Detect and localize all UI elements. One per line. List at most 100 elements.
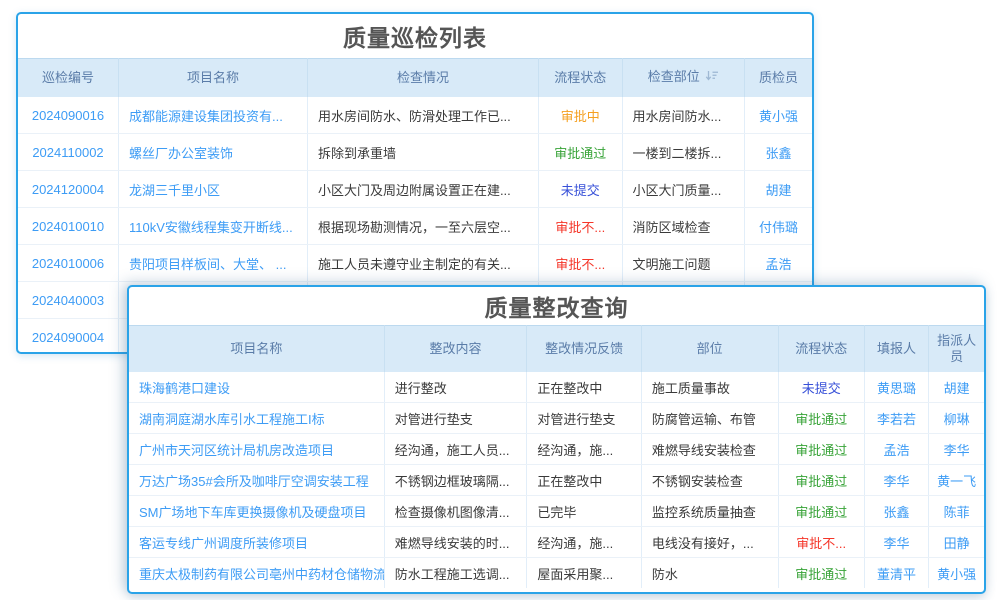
- cell-id[interactable]: 2024010010: [18, 208, 119, 245]
- cell-id[interactable]: 2024040003: [18, 282, 119, 319]
- rectification-query-title: 质量整改查询: [129, 287, 984, 325]
- cell-feedback: 对管进行垫支: [527, 403, 642, 434]
- column-label: 项目名称: [187, 70, 239, 85]
- t2-col-header-6: 填报人: [864, 326, 928, 373]
- rectification-table-body: 珠海鹤港口建设进行整改正在整改中施工质量事故未提交黄思璐胡建湖南洞庭湖水库引水工…: [129, 372, 984, 588]
- rectification-query-card: 质量整改查询 项目名称 整改内容 整改情况反馈 部位流程状态填报人 指派人员 珠海鹤港口…: [127, 285, 986, 594]
- cell-project[interactable]: 贵阳项目样板间、大堂、 ...: [119, 245, 308, 282]
- cell-inspector[interactable]: 胡建: [745, 171, 812, 208]
- cell-content: 经沟通，施工人员...: [384, 434, 527, 465]
- cell-situation: 施工人员未遵守业主制定的有关...: [307, 245, 538, 282]
- cell-status: 审批通过: [778, 434, 864, 465]
- cell-project[interactable]: 珠海鹤港口建设: [129, 372, 384, 403]
- cell-status: 审批不...: [539, 245, 622, 282]
- t2-col-header-4: 部位: [641, 326, 778, 373]
- cell-assignee[interactable]: 陈菲: [929, 496, 984, 527]
- cell-inspector[interactable]: 张鑫: [745, 134, 812, 171]
- t2-col-header-2: 整改内容: [384, 326, 527, 373]
- cell-project[interactable]: 龙湖三千里小区: [119, 171, 308, 208]
- cell-feedback: 已完毕: [527, 496, 642, 527]
- cell-location: 文明施工问题: [622, 245, 745, 282]
- cell-status: 审批不...: [539, 208, 622, 245]
- rectification-table-header-row: 项目名称 整改内容 整改情况反馈 部位流程状态填报人 指派人员: [129, 326, 984, 373]
- column-label: 流程状态: [554, 70, 606, 85]
- column-label: 检查部位: [648, 69, 700, 84]
- table-row: 广州市天河区统计局机房改造项目经沟通，施工人员...经沟通，施...难燃导线安装…: [129, 434, 984, 465]
- inspection-list-title: 质量巡检列表: [18, 14, 812, 58]
- table-row: 珠海鹤港口建设进行整改正在整改中施工质量事故未提交黄思璐胡建: [129, 372, 984, 403]
- cell-feedback: 屋面采用聚...: [527, 558, 642, 589]
- cell-part: 不锈钢安装检查: [641, 465, 778, 496]
- cell-reporter[interactable]: 张鑫: [864, 496, 928, 527]
- column-label: 整改情况反馈: [545, 341, 623, 356]
- cell-project[interactable]: 万达广场35#会所及咖啡厅空调安装工程: [129, 465, 384, 496]
- column-label: 指派人员: [937, 333, 976, 364]
- cell-reporter[interactable]: 李华: [864, 527, 928, 558]
- cell-part: 电线没有接好，...: [641, 527, 778, 558]
- cell-project[interactable]: 广州市天河区统计局机房改造项目: [129, 434, 384, 465]
- cell-situation: 小区大门及周边附属设置正在建...: [307, 171, 538, 208]
- cell-assignee[interactable]: 胡建: [929, 372, 984, 403]
- cell-reporter[interactable]: 孟浩: [864, 434, 928, 465]
- cell-inspector[interactable]: 付伟璐: [745, 208, 812, 245]
- cell-assignee[interactable]: 黄小强: [929, 558, 984, 589]
- cell-status: 审批通过: [539, 134, 622, 171]
- cell-content: 检查摄像机图像清...: [384, 496, 527, 527]
- cell-project[interactable]: 湖南洞庭湖水库引水工程施工I标: [129, 403, 384, 434]
- cell-id[interactable]: 2024010006: [18, 245, 119, 282]
- cell-location: 一楼到二楼拆...: [622, 134, 745, 171]
- t2-col-header-7: 指派人员: [929, 326, 984, 373]
- cell-assignee[interactable]: 柳琳: [929, 403, 984, 434]
- cell-id[interactable]: 2024110002: [18, 134, 119, 171]
- cell-situation: 根据现场勘测情况，一至六层空...: [307, 208, 538, 245]
- cell-reporter[interactable]: 董清平: [864, 558, 928, 589]
- cell-location: 消防区域检查: [622, 208, 745, 245]
- cell-status: 审批中: [539, 97, 622, 134]
- table-row: SM广场地下车库更换摄像机及硬盘项目检查摄像机图像清...已完毕监控系统质量抽查…: [129, 496, 984, 527]
- table-row: 2024110002螺丝厂办公室装饰拆除到承重墙审批通过一楼到二楼拆...张鑫: [18, 134, 812, 171]
- rectification-table: 项目名称 整改内容 整改情况反馈 部位流程状态填报人 指派人员 珠海鹤港口建设进行整改正…: [129, 325, 984, 588]
- cell-feedback: 正在整改中: [527, 372, 642, 403]
- cell-project[interactable]: SM广场地下车库更换摄像机及硬盘项目: [129, 496, 384, 527]
- cell-content: 防水工程施工选调...: [384, 558, 527, 589]
- t1-col-header-5[interactable]: 检查部位: [622, 59, 745, 98]
- cell-reporter[interactable]: 黄思璐: [864, 372, 928, 403]
- table-row: 重庆太极制药有限公司亳州中药材仓储物流防水工程施工选调...屋面采用聚...防水…: [129, 558, 984, 589]
- table-row: 2024120004龙湖三千里小区小区大门及周边附属设置正在建...未提交小区大…: [18, 171, 812, 208]
- cell-status: 审批通过: [778, 403, 864, 434]
- cell-reporter[interactable]: 李华: [864, 465, 928, 496]
- sort-icon: [705, 70, 719, 86]
- table-row: 2024090016成都能源建设集团投资有...用水房间防水、防滑处理工作已..…: [18, 97, 812, 134]
- table-row: 湖南洞庭湖水库引水工程施工I标对管进行垫支对管进行垫支防腐管运输、布管审批通过李…: [129, 403, 984, 434]
- t2-col-header-3: 整改情况反馈: [527, 326, 642, 373]
- cell-assignee[interactable]: 黄一飞: [929, 465, 984, 496]
- cell-content: 对管进行垫支: [384, 403, 527, 434]
- cell-assignee[interactable]: 李华: [929, 434, 984, 465]
- table-row: 2024010006贵阳项目样板间、大堂、 ...施工人员未遵守业主制定的有关.…: [18, 245, 812, 282]
- cell-content: 不锈钢边框玻璃隔...: [384, 465, 527, 496]
- t2-col-header-5: 流程状态: [778, 326, 864, 373]
- cell-id[interactable]: 2024120004: [18, 171, 119, 208]
- column-label: 填报人: [877, 341, 916, 356]
- cell-project[interactable]: 110kV安徽线程集变开断线...: [119, 208, 308, 245]
- column-label: 项目名称: [230, 341, 282, 356]
- cell-location: 用水房间防水...: [622, 97, 745, 134]
- cell-status: 审批通过: [778, 465, 864, 496]
- cell-feedback: 经沟通，施...: [527, 527, 642, 558]
- cell-reporter[interactable]: 李若若: [864, 403, 928, 434]
- cell-project[interactable]: 螺丝厂办公室装饰: [119, 134, 308, 171]
- cell-inspector[interactable]: 孟浩: [745, 245, 812, 282]
- cell-feedback: 经沟通，施...: [527, 434, 642, 465]
- cell-assignee[interactable]: 田静: [929, 527, 984, 558]
- cell-project[interactable]: 成都能源建设集团投资有...: [119, 97, 308, 134]
- cell-id[interactable]: 2024090004: [18, 319, 119, 355]
- t1-col-header-1: 巡检编号: [18, 59, 119, 98]
- cell-status: 审批不...: [778, 527, 864, 558]
- cell-project[interactable]: 重庆太极制药有限公司亳州中药材仓储物流: [129, 558, 384, 589]
- column-label: 巡检编号: [42, 70, 94, 85]
- t1-col-header-2: 项目名称: [119, 59, 308, 98]
- cell-project[interactable]: 客运专线广州调度所装修项目: [129, 527, 384, 558]
- t2-col-header-1: 项目名称: [129, 326, 384, 373]
- cell-id[interactable]: 2024090016: [18, 97, 119, 134]
- cell-inspector[interactable]: 黄小强: [745, 97, 812, 134]
